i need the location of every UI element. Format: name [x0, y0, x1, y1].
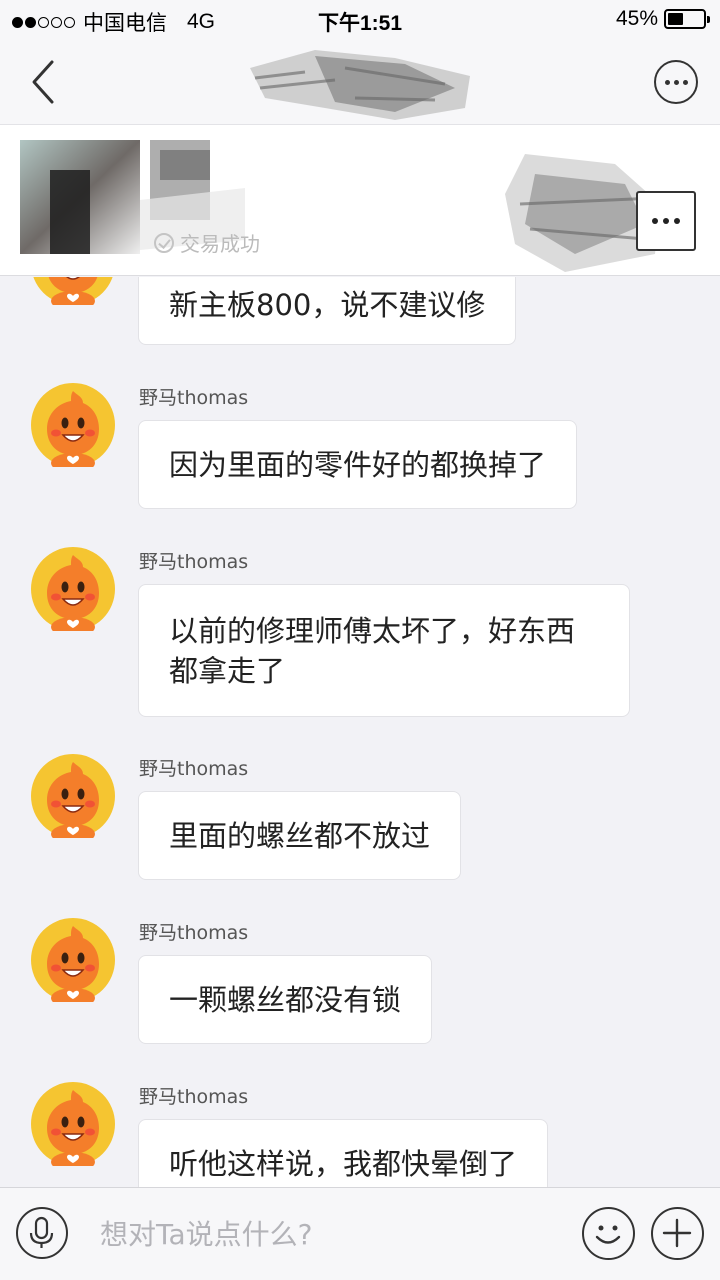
smiley-icon — [595, 1225, 621, 1244]
message-bubble[interactable]: 以前的修理师傅太坏了，好东西都拿走了 — [138, 584, 630, 717]
message-bubble[interactable]: 里面的螺丝都不放过 — [138, 791, 462, 880]
message-text: 以前的修理师傅太坏了，好东西都拿走了 — [169, 613, 576, 688]
order-more-button[interactable] — [636, 191, 696, 251]
status-right: 45% — [615, 7, 710, 31]
check-circle-icon — [154, 232, 174, 253]
sender-name: 野马thomas — [139, 1086, 249, 1108]
chat-messages[interactable]: 新主板800，说不建议修 野马thomas 因为里面的零件好的都换掉了 野马th… — [0, 277, 720, 1187]
input-bar — [0, 1187, 720, 1280]
redacted-title — [250, 50, 470, 120]
plus-icon — [662, 1218, 692, 1248]
trade-status-label: 交易成功 — [180, 232, 260, 256]
chevron-left-icon — [32, 60, 54, 104]
emoji-button[interactable] — [582, 1207, 635, 1260]
avatar[interactable] — [31, 277, 115, 305]
message-text: 听他这样说，我都快晕倒了 — [169, 1146, 518, 1181]
voice-input-button[interactable] — [16, 1207, 68, 1259]
microphone-icon — [29, 1216, 54, 1248]
message-bubble[interactable]: 新主板800，说不建议修 — [138, 277, 517, 345]
ellipsis-circle-icon — [664, 79, 688, 85]
battery-icon — [664, 9, 710, 29]
ellipsis-icon — [652, 218, 680, 224]
add-attachment-button[interactable] — [651, 1207, 704, 1260]
message-text: 里面的螺丝都不放过 — [169, 818, 431, 853]
sender-name: 野马thomas — [139, 922, 249, 944]
avatar[interactable] — [31, 547, 115, 631]
sender-name: 野马thomas — [139, 551, 249, 573]
sender-name: 野马thomas — [139, 387, 249, 409]
message-text: 新主板800，说不建议修 — [169, 288, 486, 322]
message-bubble[interactable]: 因为里面的零件好的都换掉了 — [138, 420, 578, 509]
order-card[interactable]: 交易成功 — [0, 124, 720, 276]
nav-bar — [0, 40, 720, 124]
sender-name: 野马thomas — [139, 758, 249, 780]
message-text: 因为里面的零件好的都换掉了 — [169, 447, 547, 482]
avatar[interactable] — [31, 1082, 115, 1166]
battery-percent: 45% — [615, 7, 658, 30]
avatar[interactable] — [31, 918, 115, 1002]
chat-options-button[interactable] — [654, 60, 698, 104]
avatar[interactable] — [31, 754, 115, 838]
message-bubble[interactable]: 听他这样说，我都快晕倒了 — [138, 1119, 549, 1187]
trade-status: 交易成功 — [154, 228, 260, 257]
message-bubble[interactable]: 一颗螺丝都没有锁 — [138, 955, 433, 1044]
message-text: 一颗螺丝都没有锁 — [169, 982, 402, 1017]
back-button[interactable] — [22, 58, 66, 106]
message-input[interactable] — [84, 1206, 570, 1262]
avatar[interactable] — [31, 383, 115, 467]
